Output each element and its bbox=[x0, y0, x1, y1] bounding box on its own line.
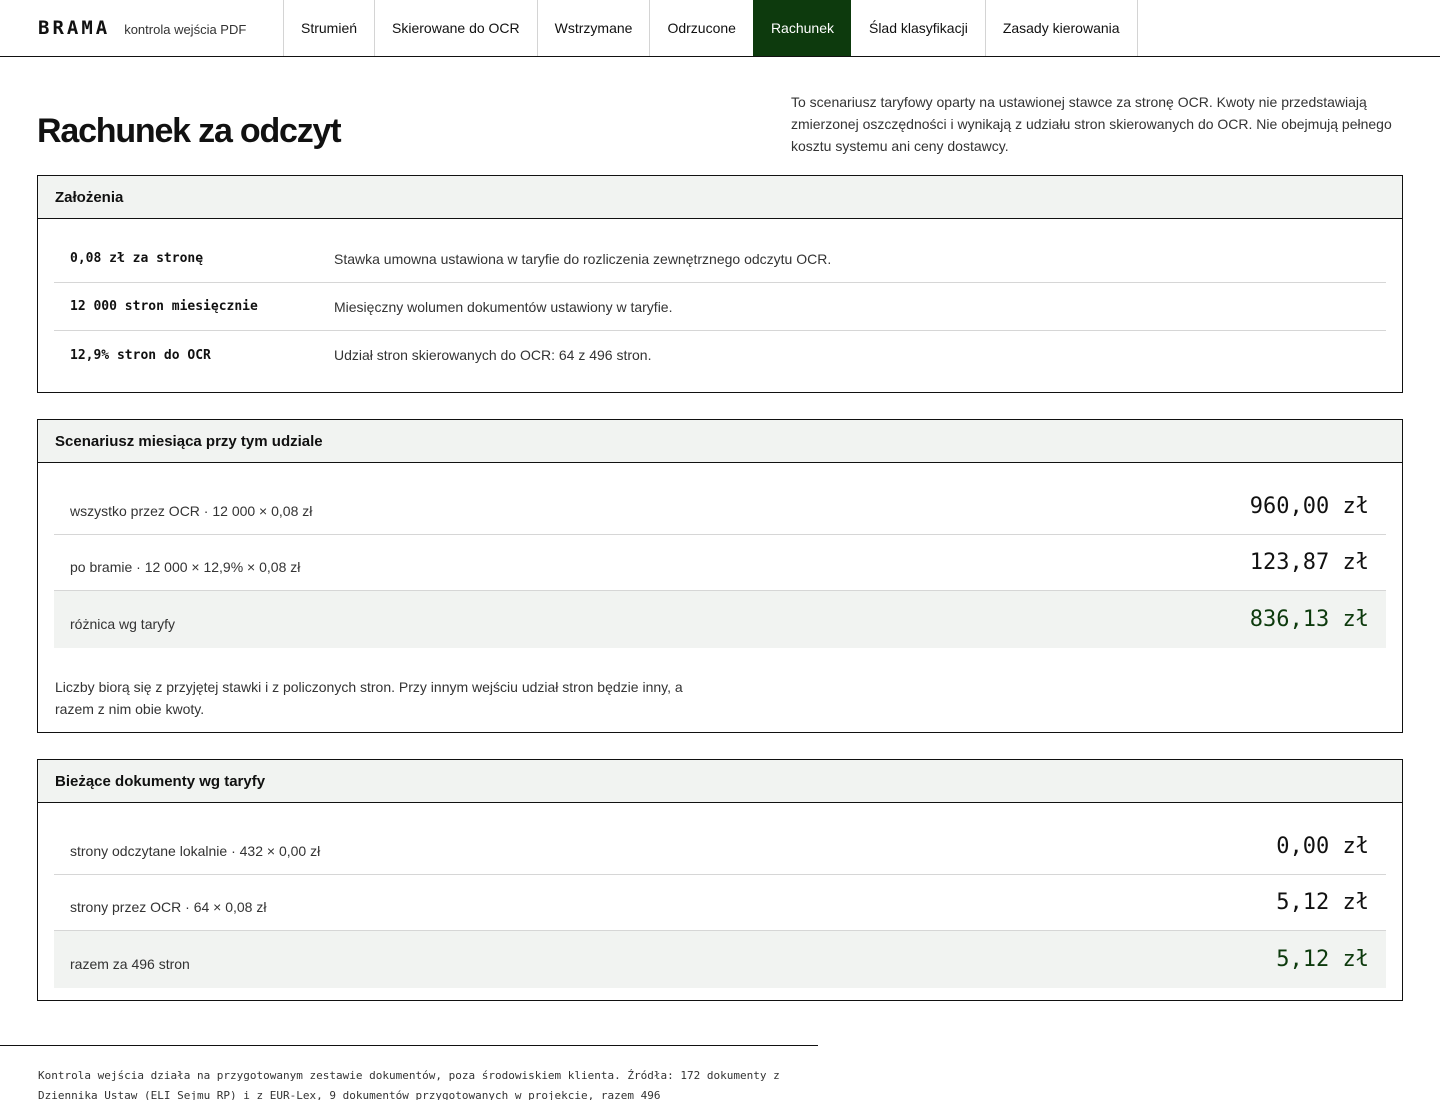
tab-odrzucone[interactable]: Odrzucone bbox=[649, 0, 752, 56]
tab-wstrzymane[interactable]: Wstrzymane bbox=[536, 0, 650, 56]
brand-subtitle: kontrola wejścia PDF bbox=[124, 21, 247, 37]
brand-logo[interactable]: BRAMA bbox=[38, 17, 110, 39]
page-intro: To scenariusz taryfowy oparty na ustawio… bbox=[791, 94, 1392, 154]
current-documents-card: Bieżące dokumenty wg taryfy strony odczy… bbox=[37, 759, 1403, 1001]
page-title: Rachunek za odczyt bbox=[37, 112, 342, 150]
assumption-description: Udział stron skierowanych do OCR: 64 z 4… bbox=[334, 347, 652, 363]
calc-value: 960,00 zł bbox=[1249, 494, 1369, 519]
calc-label: strony odczytane lokalnie · 432 × 0,00 z… bbox=[70, 842, 321, 859]
calc-label: wszystko przez OCR · 12 000 × 0,08 zł bbox=[70, 502, 313, 519]
assumptions-list: 0,08 zł za stronę Stawka umowna ustawion… bbox=[38, 219, 1402, 379]
tabs-end-divider bbox=[1136, 0, 1138, 56]
calc-row: po bramie · 12 000 × 12,9% × 0,08 zł 123… bbox=[54, 535, 1386, 591]
assumption-row: 0,08 zł za stronę Stawka umowna ustawion… bbox=[54, 235, 1386, 283]
scenario-card: Scenariusz miesiąca przy tym udziale wsz… bbox=[37, 419, 1403, 733]
tab-strumien[interactable]: Strumień bbox=[283, 0, 374, 56]
main-tabs: Strumień Skierowane do OCR Wstrzymane Od… bbox=[283, 0, 1138, 56]
scenario-note: Liczby biorą się z przyjętej stawki i z … bbox=[55, 679, 683, 717]
assumptions-heading: Założenia bbox=[38, 176, 1402, 219]
assumption-description: Miesięczny wolumen dokumentów ustawiony … bbox=[334, 298, 673, 315]
calc-label: strony przez OCR · 64 × 0,08 zł bbox=[70, 898, 267, 915]
calc-row: strony odczytane lokalnie · 432 × 0,00 z… bbox=[54, 819, 1386, 875]
calc-row: wszystko przez OCR · 12 000 × 0,08 zł 96… bbox=[54, 479, 1386, 535]
calc-total-row: razem za 496 stron 5,12 zł bbox=[54, 931, 1386, 988]
calc-label: po bramie · 12 000 × 12,9% × 0,08 zł bbox=[70, 558, 301, 575]
calc-total-row: różnica wg taryfy 836,13 zł bbox=[54, 591, 1386, 648]
current-documents-list: strony odczytane lokalnie · 432 × 0,00 z… bbox=[38, 803, 1402, 988]
assumption-row: 12 000 stron miesięcznie Miesięczny wolu… bbox=[54, 283, 1386, 331]
scenario-list: wszystko przez OCR · 12 000 × 0,08 zł 96… bbox=[38, 463, 1402, 648]
assumption-description: Stawka umowna ustawiona w taryfie do roz… bbox=[334, 250, 832, 267]
calc-label: różnica wg taryfy bbox=[70, 615, 176, 632]
tab-rachunek[interactable]: Rachunek bbox=[752, 0, 851, 56]
calc-row: strony przez OCR · 64 × 0,08 zł 5,12 zł bbox=[54, 875, 1386, 931]
calc-value: 123,87 zł bbox=[1249, 550, 1369, 575]
assumption-key: 12 000 stron miesięcznie bbox=[70, 299, 258, 314]
tab-zasady-kierowania[interactable]: Zasady kierowania bbox=[984, 0, 1137, 56]
top-navigation-bar: BRAMA kontrola wejścia PDF Strumień Skie… bbox=[0, 0, 1440, 57]
calc-label: razem za 496 stron bbox=[70, 955, 190, 972]
assumption-key: 12,9% stron do OCR bbox=[70, 347, 211, 363]
scenario-heading: Scenariusz miesiąca przy tym udziale bbox=[38, 420, 1402, 463]
footer-text: Kontrola wejścia działa na przygotowanym… bbox=[38, 1069, 780, 1100]
tab-slad-klasyfikacji[interactable]: Ślad klasyfikacji bbox=[851, 0, 985, 56]
tab-skierowane-do-ocr[interactable]: Skierowane do OCR bbox=[374, 0, 537, 56]
current-documents-heading: Bieżące dokumenty wg taryfy bbox=[38, 760, 1402, 803]
calc-value: 5,12 zł bbox=[1276, 890, 1369, 915]
footer-divider bbox=[0, 1045, 818, 1046]
calc-total-value: 836,13 zł bbox=[1249, 607, 1369, 632]
calc-value: 0,00 zł bbox=[1276, 834, 1369, 859]
assumptions-card: Założenia 0,08 zł za stronę Stawka umown… bbox=[37, 175, 1403, 393]
assumption-key: 0,08 zł za stronę bbox=[70, 251, 204, 266]
calc-total-value: 5,12 zł bbox=[1276, 947, 1369, 972]
brand: BRAMA kontrola wejścia PDF bbox=[0, 0, 283, 56]
assumption-row: 12,9% stron do OCR Udział stron skierowa… bbox=[54, 331, 1386, 379]
